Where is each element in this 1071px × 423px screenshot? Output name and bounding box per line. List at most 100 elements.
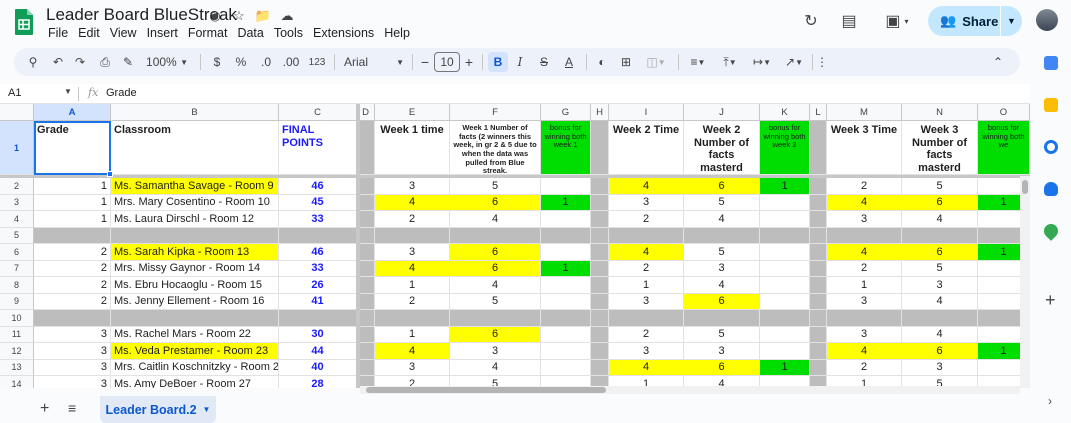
header-cell-a[interactable]: Grade (34, 121, 111, 175)
table-cell[interactable]: 28 (279, 376, 357, 388)
table-cell[interactable] (279, 310, 357, 327)
table-cell[interactable] (684, 310, 760, 327)
row-header-12[interactable]: 12 (0, 343, 34, 360)
row-header-8[interactable]: 8 (0, 277, 34, 294)
column-header-f[interactable]: F (450, 104, 541, 121)
keep-icon[interactable] (1044, 98, 1058, 112)
table-cell[interactable]: 4 (827, 244, 902, 261)
column-header-g[interactable]: G (541, 104, 591, 121)
table-cell[interactable] (34, 227, 111, 244)
meet-icon[interactable]: ▣ ▾ (880, 10, 914, 32)
table-cell[interactable]: 3 (609, 293, 684, 310)
table-cell[interactable] (591, 194, 609, 211)
table-cell[interactable]: 3 (450, 343, 541, 360)
table-cell[interactable]: 3 (375, 178, 450, 195)
table-cell[interactable]: 40 (279, 359, 357, 376)
table-cell[interactable]: Ms. Sarah Kipka - Room 13 (111, 244, 279, 261)
header-cell-f[interactable]: Week 1 Number of facts (2 winners this w… (450, 121, 541, 175)
table-cell[interactable]: 3 (684, 343, 760, 360)
maps-icon[interactable] (1041, 221, 1061, 241)
header-cell-e[interactable]: Week 1 time (375, 121, 450, 175)
table-cell[interactable] (591, 293, 609, 310)
table-cell[interactable]: 6 (902, 244, 978, 261)
table-cell[interactable]: 1 (541, 194, 591, 211)
text-color-icon[interactable]: A (560, 52, 578, 72)
table-cell[interactable]: 2 (827, 260, 902, 277)
table-cell[interactable]: 2 (34, 293, 111, 310)
vertical-align-icon[interactable]: ⤒ ▼ (716, 52, 744, 72)
table-cell[interactable]: 26 (279, 277, 357, 294)
row-header-1[interactable]: 1 (0, 121, 34, 175)
table-cell[interactable]: 4 (609, 178, 684, 195)
table-cell[interactable]: 3 (827, 211, 902, 228)
redo-icon[interactable]: ↷ (72, 52, 88, 72)
table-cell[interactable]: 3 (902, 359, 978, 376)
table-cell[interactable] (591, 343, 609, 360)
more-formats-button[interactable]: 123 (306, 52, 328, 72)
header-cell-j[interactable]: Week 2 Number of facts masterd (684, 121, 760, 175)
column-header-c[interactable]: C (279, 104, 357, 121)
table-cell[interactable] (810, 326, 827, 343)
table-cell[interactable] (810, 244, 827, 261)
table-cell[interactable] (609, 227, 684, 244)
menu-insert[interactable]: Insert (142, 26, 183, 40)
sheet-tab-leader-board-2[interactable]: Leader Board.2 ▼ (100, 396, 216, 423)
star-icon[interactable]: ☆ (230, 7, 248, 25)
table-cell[interactable]: 4 (375, 194, 450, 211)
table-cell[interactable] (609, 310, 684, 327)
menu-help[interactable]: Help (379, 26, 415, 40)
get-add-ons-icon[interactable]: + (1045, 290, 1056, 311)
table-cell[interactable]: 6 (684, 359, 760, 376)
table-cell[interactable]: 5 (684, 244, 760, 261)
table-cell[interactable] (760, 277, 810, 294)
table-cell[interactable]: 3 (34, 326, 111, 343)
table-cell[interactable]: 1 (827, 277, 902, 294)
table-cell[interactable] (810, 343, 827, 360)
column-header-m[interactable]: M (827, 104, 902, 121)
row-header-6[interactable]: 6 (0, 244, 34, 261)
table-cell[interactable]: 1 (34, 194, 111, 211)
table-cell[interactable]: 6 (902, 343, 978, 360)
table-cell[interactable]: 46 (279, 178, 357, 195)
table-cell[interactable]: 2 (34, 277, 111, 294)
table-cell[interactable] (591, 310, 609, 327)
table-cell[interactable]: 6 (450, 194, 541, 211)
table-cell[interactable]: 1 (34, 211, 111, 228)
table-cell[interactable] (591, 277, 609, 294)
text-rotation-icon[interactable]: ↗ ▼ (780, 52, 808, 72)
table-cell[interactable]: 5 (684, 194, 760, 211)
table-cell[interactable]: 1 (541, 260, 591, 277)
label-icon[interactable]: ◉ (206, 7, 224, 25)
table-cell[interactable]: 5 (450, 293, 541, 310)
spreadsheet-grid[interactable]: A B C D E F G H I J K L M N O 1 Grade Classroom FINAL POIN… (0, 104, 1030, 388)
table-cell[interactable]: 4 (827, 343, 902, 360)
table-cell[interactable]: 3 (609, 343, 684, 360)
table-cell[interactable] (810, 178, 827, 195)
frozen-row-divider[interactable] (0, 175, 1030, 178)
decrease-decimal-button[interactable]: .0 (256, 52, 276, 72)
vertical-scrollbar[interactable] (1020, 176, 1030, 388)
table-cell[interactable]: 2 (375, 211, 450, 228)
table-cell[interactable] (450, 227, 541, 244)
table-cell[interactable] (760, 211, 810, 228)
table-cell[interactable]: 2 (34, 260, 111, 277)
decrease-font-size-button[interactable]: − (418, 52, 432, 72)
cloud-status-icon[interactable]: ☁ (278, 7, 296, 25)
table-cell[interactable]: Mrs. Missy Gaynor - Room 14 (111, 260, 279, 277)
header-cell-b[interactable]: Classroom (111, 121, 279, 175)
table-cell[interactable] (591, 359, 609, 376)
table-cell[interactable] (810, 359, 827, 376)
table-cell[interactable]: Ms. Veda Prestamer - Room 23 (111, 343, 279, 360)
table-cell[interactable] (375, 227, 450, 244)
avatar[interactable] (1036, 9, 1058, 31)
table-cell[interactable]: 4 (609, 359, 684, 376)
sheets-logo-icon[interactable] (14, 8, 34, 36)
table-cell[interactable] (591, 178, 609, 195)
table-cell[interactable] (591, 227, 609, 244)
table-cell[interactable] (760, 194, 810, 211)
table-cell[interactable] (541, 310, 591, 327)
row-header-14[interactable]: 14 (0, 376, 34, 388)
add-sheet-icon[interactable]: + (40, 400, 49, 418)
column-header-a[interactable]: A (34, 104, 111, 121)
table-cell[interactable]: 6 (450, 326, 541, 343)
